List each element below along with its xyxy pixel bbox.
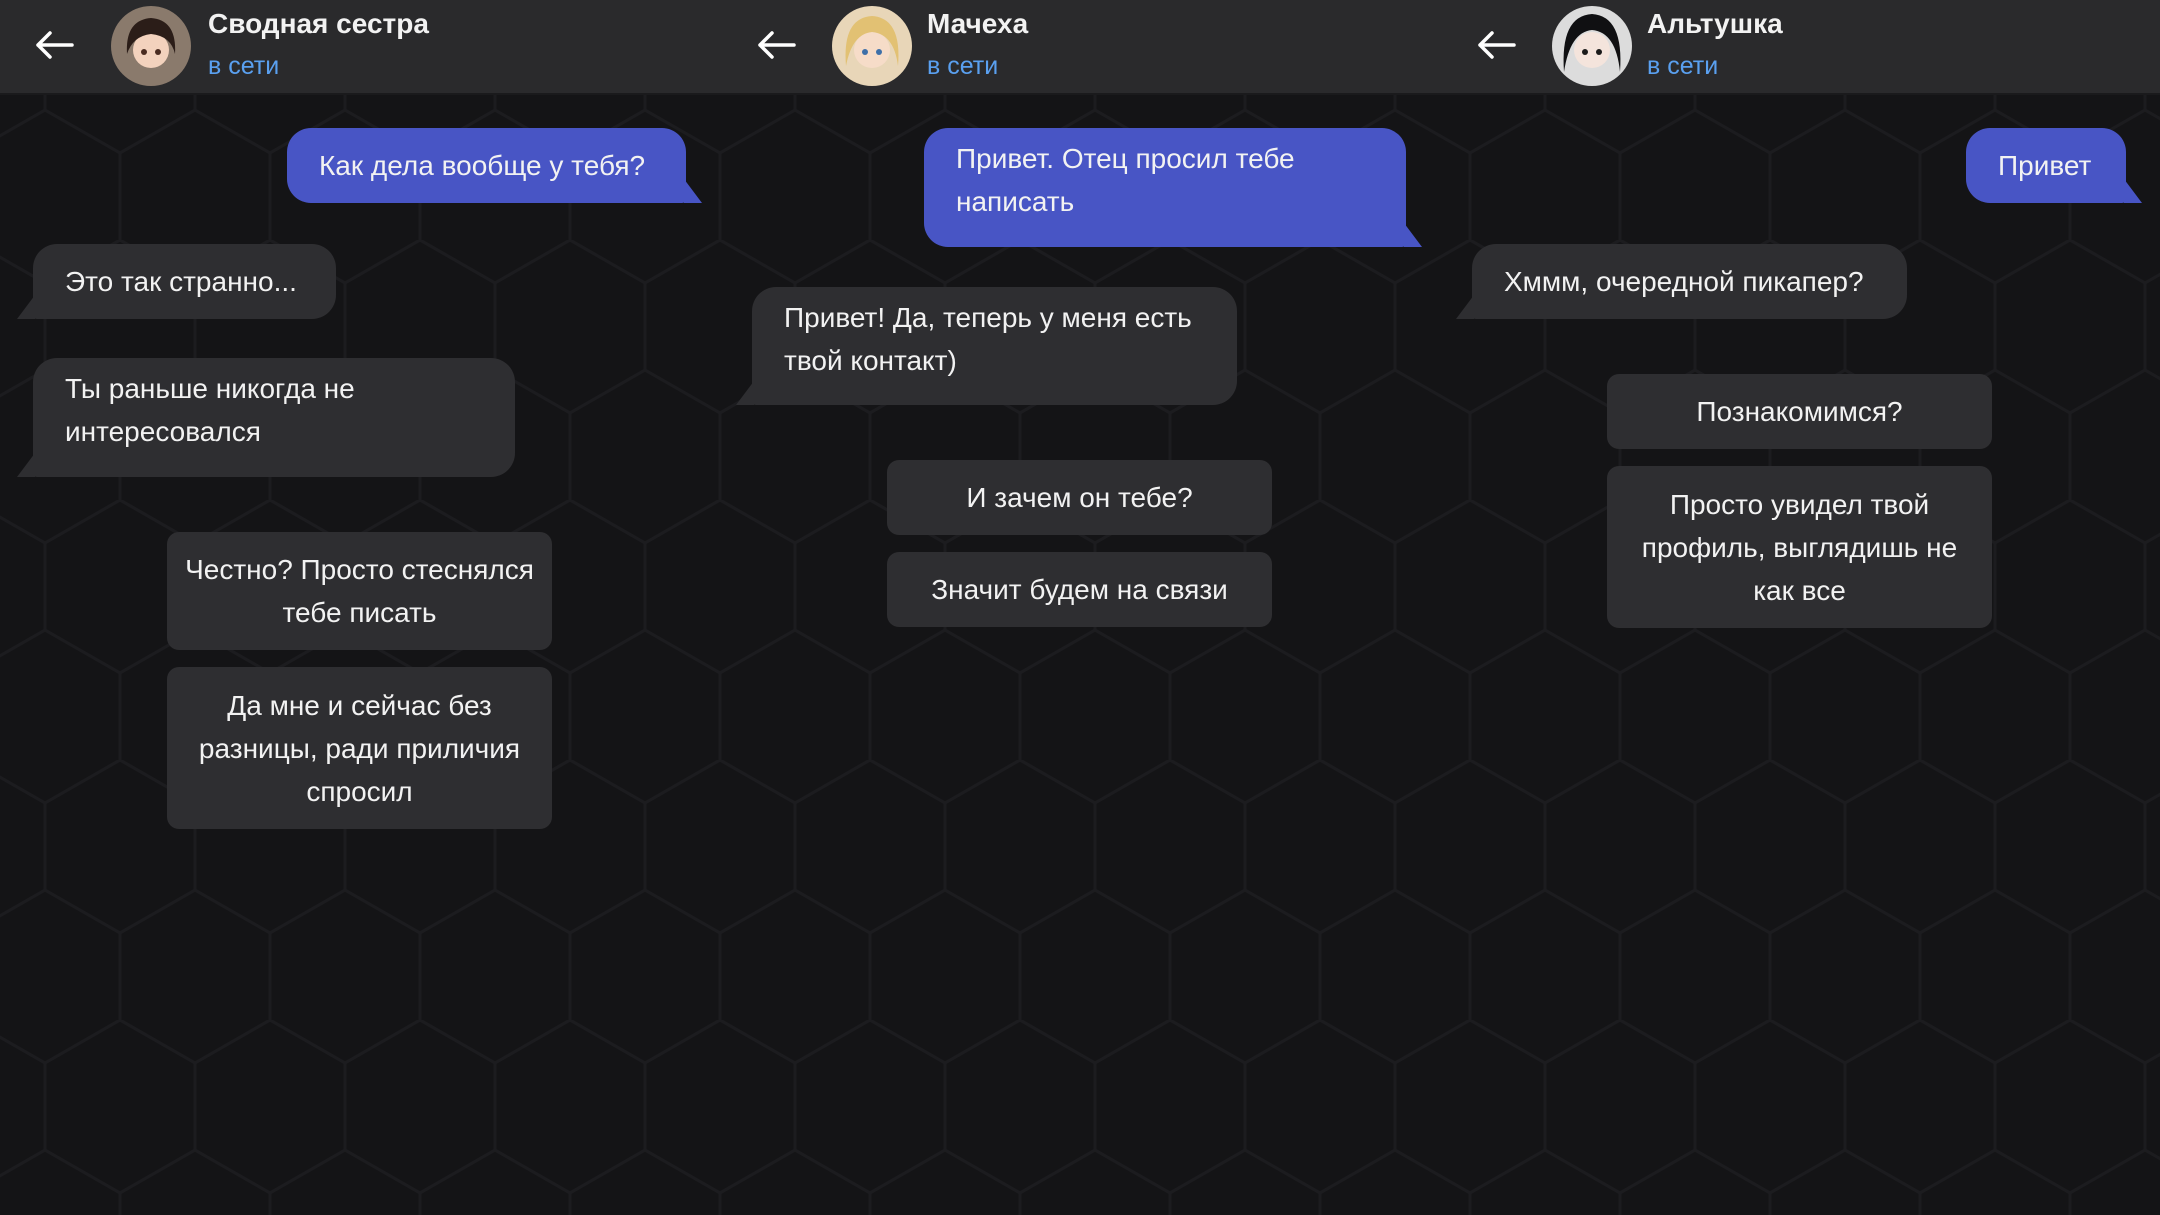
contact-status: в сети (208, 52, 280, 80)
back-button[interactable] (752, 20, 802, 70)
chat-panel-3: Альтушка в сети Привет Хммм, очередной п… (1440, 0, 2160, 1215)
reply-option-button[interactable]: Просто увидел твой профиль, выглядишь не… (1607, 466, 1992, 628)
app-root: Сводная сестра в сети Как дела вообще у … (0, 0, 2160, 1215)
contact-avatar[interactable] (1552, 6, 1632, 86)
contact-name: Сводная сестра (208, 8, 429, 39)
incoming-message: Привет! Да, теперь у меня есть твой конт… (736, 287, 1237, 405)
incoming-message: Ты раньше никогда не интересовался (17, 358, 515, 477)
contact-status: в сети (927, 52, 999, 80)
chat-header: Мачеха в сети (720, 0, 1440, 95)
contact-avatar[interactable] (111, 6, 191, 86)
contact-status: в сети (1647, 52, 1719, 80)
brunette-girl-avatar-icon (111, 6, 191, 86)
arrow-left-icon (36, 31, 74, 59)
chat-panel-1: Сводная сестра в сети Как дела вообще у … (0, 0, 720, 1215)
reply-option-button[interactable]: Честно? Просто стеснялся тебе писать (167, 532, 552, 650)
arrow-left-icon (758, 31, 796, 59)
black-hair-girl-avatar-icon (1552, 6, 1632, 86)
incoming-message: Хммм, очередной пикапер? (1456, 244, 1907, 319)
reply-option-button[interactable]: Значит будем на связи (887, 552, 1272, 627)
back-button[interactable] (30, 20, 80, 70)
back-button[interactable] (1472, 20, 1522, 70)
contact-name: Альтушка (1647, 8, 1783, 39)
outgoing-message: Привет (1966, 128, 2142, 203)
blonde-woman-avatar-icon (832, 6, 912, 86)
reply-option-button[interactable]: Да мне и сейчас без разницы, ради прилич… (167, 667, 552, 829)
chat-header: Альтушка в сети (1440, 0, 2160, 95)
reply-option-button[interactable]: Познакомимся? (1607, 374, 1992, 449)
outgoing-message: Как дела вообще у тебя? (287, 128, 702, 203)
outgoing-message: Привет. Отец просил тебе написать (924, 128, 1422, 247)
reply-option-button[interactable]: И зачем он тебе? (887, 460, 1272, 535)
contact-name: Мачеха (927, 8, 1029, 39)
incoming-message: Это так странно... (17, 244, 336, 319)
arrow-left-icon (1478, 31, 1516, 59)
chat-panel-2: Мачеха в сети Привет. Отец просил тебе н… (720, 0, 1440, 1215)
chat-header: Сводная сестра в сети (0, 0, 720, 95)
contact-avatar[interactable] (832, 6, 912, 86)
